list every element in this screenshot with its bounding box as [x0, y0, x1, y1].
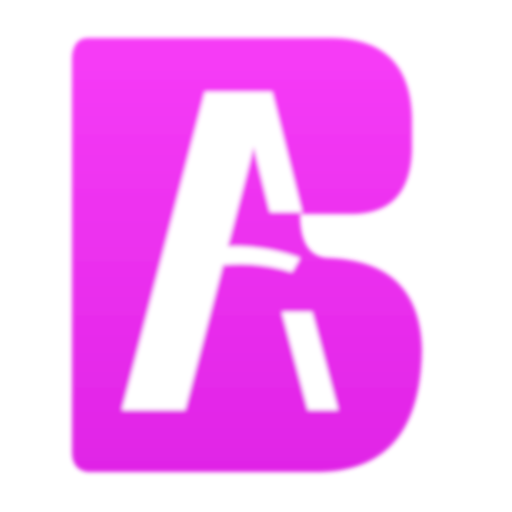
app-icon-canvas: [0, 0, 512, 512]
ab-logo-icon: [72, 38, 422, 472]
